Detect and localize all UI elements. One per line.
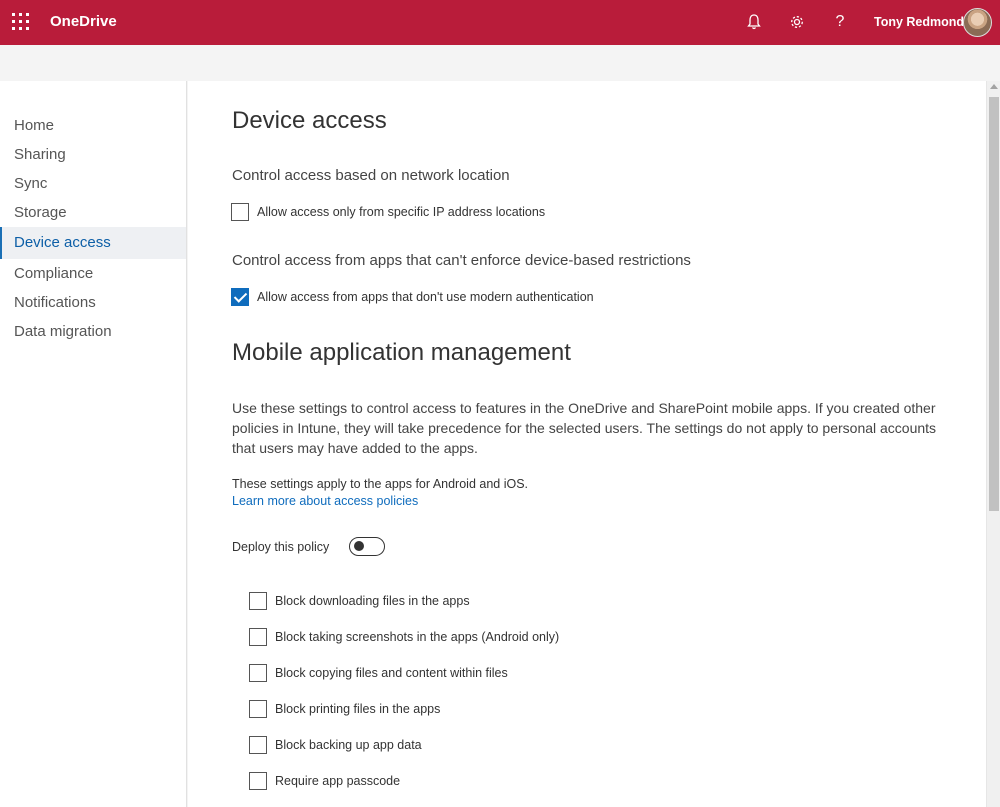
policy-option-label: Block downloading files in the apps [275, 594, 470, 608]
top-bar: OneDrive ? Tony Redmond [0, 0, 1000, 45]
page-title: Device access [232, 107, 387, 134]
apps-restriction-heading: Control access from apps that can't enfo… [232, 252, 691, 269]
block-screenshots-checkbox[interactable] [249, 628, 267, 646]
policy-option[interactable]: Require app passcode [249, 771, 400, 791]
policy-option[interactable]: Block backing up app data [249, 735, 422, 755]
policy-option[interactable]: Block printing files in the apps [249, 699, 440, 719]
block-downloading-checkbox[interactable] [249, 592, 267, 610]
policy-option-label: Block printing files in the apps [275, 702, 441, 716]
policy-option-label: Require app passcode [275, 774, 401, 788]
policy-option-label: Block taking screenshots in the apps (An… [275, 630, 560, 644]
main-content: Device access Control access based on ne… [188, 81, 986, 807]
sidebar-item-storage[interactable]: Storage [0, 197, 186, 229]
sidebar-item-notifications[interactable]: Notifications [0, 287, 186, 319]
ip-restriction-checkbox[interactable] [231, 203, 249, 221]
vertical-scrollbar[interactable] [986, 81, 1000, 807]
policy-option-label: Block backing up app data [275, 738, 422, 752]
network-location-heading: Control access based on network location [232, 167, 510, 184]
gear-icon[interactable] [786, 11, 808, 33]
deploy-policy-label: Deploy this policy [232, 540, 330, 554]
modern-auth-label: Allow access from apps that don't use mo… [257, 290, 594, 304]
policy-option[interactable]: Block downloading files in the apps [249, 591, 470, 611]
sidebar: Home Sharing Sync Storage Device access … [0, 81, 187, 807]
sidebar-item-compliance[interactable]: Compliance [0, 258, 186, 290]
policy-option-label: Block copying files and content within f… [275, 666, 508, 680]
block-backup-checkbox[interactable] [249, 736, 267, 754]
sidebar-item-sync[interactable]: Sync [0, 168, 186, 200]
toggle-knob [354, 541, 364, 551]
platforms-note: These settings apply to the apps for And… [232, 477, 529, 491]
waffle-icon[interactable] [12, 13, 29, 30]
sidebar-item-data-migration[interactable]: Data migration [0, 316, 186, 348]
block-printing-checkbox[interactable] [249, 700, 267, 718]
modern-auth-checkbox[interactable] [231, 288, 249, 306]
sidebar-item-device-access[interactable]: Device access [0, 227, 186, 259]
modern-auth-option[interactable]: Allow access from apps that don't use mo… [231, 287, 594, 307]
user-name[interactable]: Tony Redmond [874, 15, 964, 29]
scrollbar-thumb[interactable] [989, 97, 999, 511]
policy-option[interactable]: Block taking screenshots in the apps (An… [249, 627, 559, 647]
scroll-up-arrow-icon[interactable] [990, 84, 998, 89]
sidebar-item-home[interactable]: Home [0, 110, 186, 142]
bell-icon[interactable] [743, 11, 765, 33]
ip-restriction-label: Allow access only from specific IP addre… [257, 205, 546, 219]
policy-option[interactable]: Block copying files and content within f… [249, 663, 508, 683]
block-copying-checkbox[interactable] [249, 664, 267, 682]
require-passcode-checkbox[interactable] [249, 772, 267, 790]
ip-restriction-option[interactable]: Allow access only from specific IP addre… [231, 202, 545, 222]
learn-more-link[interactable]: Learn more about access policies [232, 494, 418, 508]
help-icon[interactable]: ? [829, 11, 851, 33]
page-header-band [0, 45, 1000, 81]
mam-title: Mobile application management [232, 339, 571, 366]
app-name[interactable]: OneDrive [50, 13, 117, 30]
deploy-policy-toggle[interactable] [349, 537, 385, 556]
mam-description: Use these settings to control access to … [232, 400, 937, 456]
sidebar-item-sharing[interactable]: Sharing [0, 139, 186, 171]
avatar[interactable] [963, 8, 992, 37]
